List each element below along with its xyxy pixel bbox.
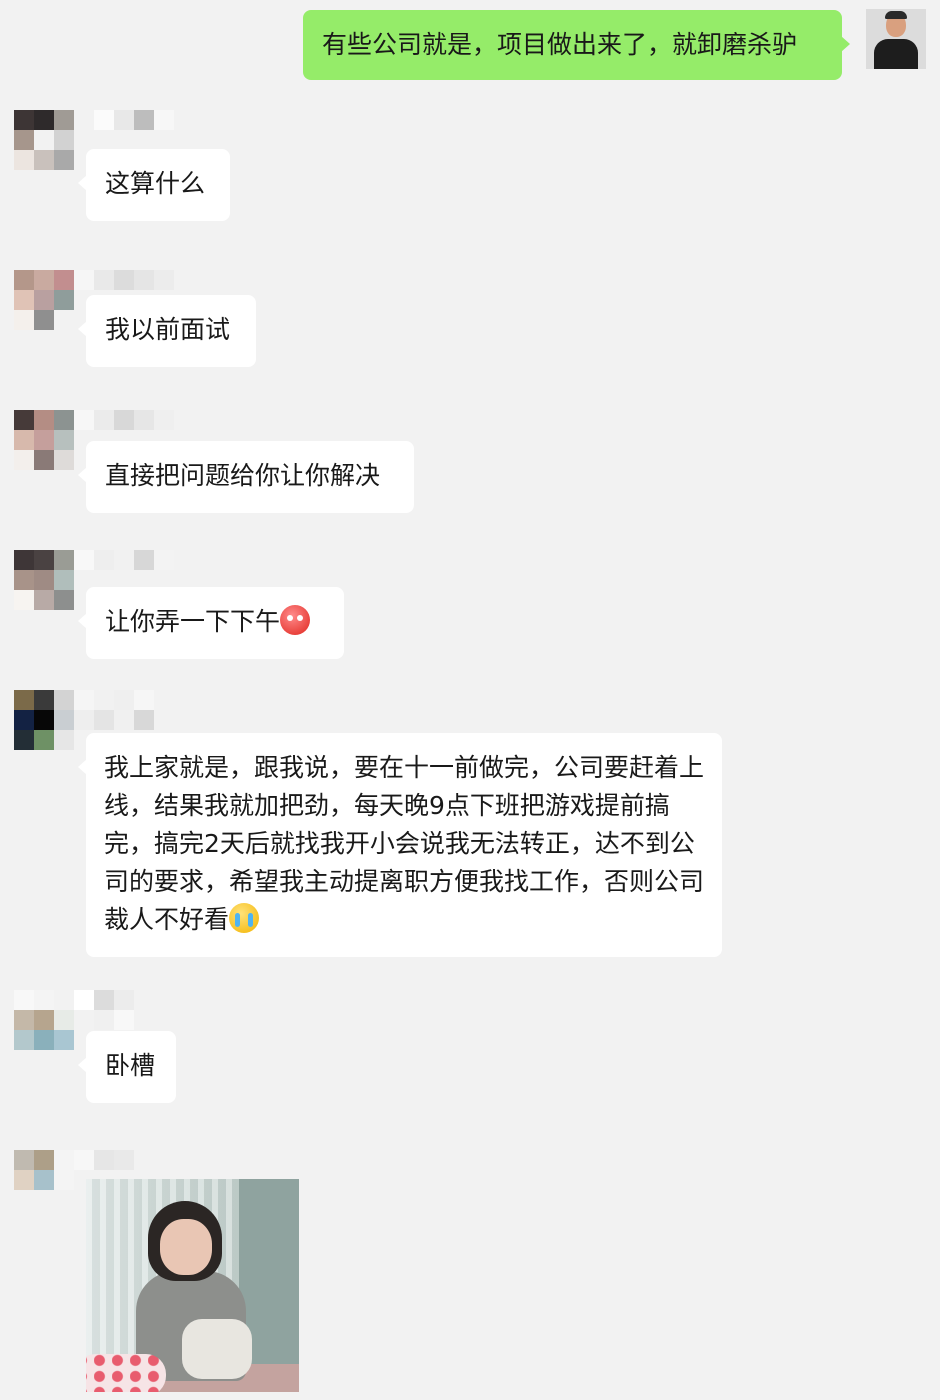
contact-avatar[interactable] bbox=[14, 690, 74, 750]
message-text: 卧槽 bbox=[105, 1051, 156, 1080]
message-bubble-incoming[interactable]: 我上家就是，跟我说，要在十一前做完，公司要赶着上线，结果我就加把劲，每天晚9点下… bbox=[78, 733, 722, 957]
my-avatar[interactable] bbox=[866, 9, 926, 69]
crying-face-emoji bbox=[229, 903, 260, 933]
angry-face-emoji bbox=[280, 605, 311, 635]
message-bubble-outgoing[interactable]: 有些公司就是，项目做出来了，就卸磨杀驴 bbox=[303, 10, 850, 80]
contact-name-blurred bbox=[74, 990, 174, 1030]
contact-avatar[interactable] bbox=[14, 1150, 74, 1210]
contact-avatar[interactable] bbox=[14, 270, 74, 330]
message-text: 我上家就是，跟我说，要在十一前做完，公司要赶着上线，结果我就加把劲，每天晚9点下… bbox=[104, 753, 705, 934]
contact-avatar[interactable] bbox=[14, 110, 74, 170]
contact-avatar[interactable] bbox=[14, 410, 74, 470]
message-bubble-incoming[interactable]: 我以前面试 bbox=[78, 295, 256, 367]
crying-girl-sticker[interactable] bbox=[86, 1179, 299, 1392]
contact-name-blurred bbox=[74, 110, 174, 150]
contact-name-blurred bbox=[74, 550, 174, 590]
message-text: 我以前面试 bbox=[105, 315, 231, 344]
message-text: 有些公司就是，项目做出来了，就卸磨杀驴 bbox=[322, 30, 798, 59]
message-text: 直接把问题给你让你解决 bbox=[105, 461, 381, 490]
message-text: 让你弄一下下午 bbox=[105, 607, 281, 636]
message-text: 这算什么 bbox=[105, 169, 206, 198]
contact-avatar[interactable] bbox=[14, 990, 74, 1050]
message-bubble-incoming[interactable]: 卧槽 bbox=[78, 1031, 176, 1103]
contact-avatar[interactable] bbox=[14, 550, 74, 610]
chat-view: 有些公司就是，项目做出来了，就卸磨杀驴 这算什么 我以前面试 直接把问题给你让你… bbox=[0, 0, 940, 1400]
contact-name-blurred bbox=[74, 690, 174, 730]
message-bubble-incoming[interactable]: 这算什么 bbox=[78, 149, 230, 221]
message-bubble-incoming[interactable]: 直接把问题给你让你解决 bbox=[78, 441, 414, 513]
message-bubble-incoming[interactable]: 让你弄一下下午 bbox=[78, 587, 344, 659]
